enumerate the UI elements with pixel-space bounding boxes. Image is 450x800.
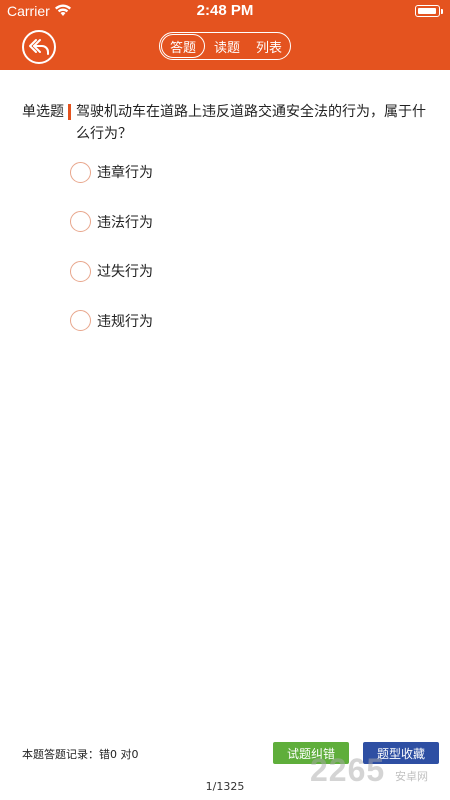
tab-read[interactable]: 读题 <box>206 33 248 59</box>
question: 单选题 驾驶机动车在道路上违反道路交通安全法的行为，属于什么行为？ <box>22 101 427 145</box>
option-label: 违章行为 <box>97 165 153 181</box>
radio-icon[interactable] <box>70 310 91 331</box>
option-c[interactable]: 过失行为 <box>70 259 153 283</box>
battery-icon <box>415 5 440 17</box>
status-bar: Carrier 2:48 PM <box>0 0 450 22</box>
page-indicator: 1/1325 <box>205 780 245 793</box>
back-arrow-icon <box>29 39 49 55</box>
radio-icon[interactable] <box>70 161 91 183</box>
answer-options: 违章行为 违法行为 过失行为 违规行为 <box>70 160 153 358</box>
header-bar: Carrier 2:48 PM 答题 读题 列表 <box>0 0 450 70</box>
question-text: 驾驶机动车在道路上违反道路交通安全法的行为，属于什么行为？ <box>76 104 426 142</box>
option-b[interactable]: 违法行为 <box>70 210 153 234</box>
option-a[interactable]: 违章行为 <box>70 160 153 184</box>
back-button[interactable] <box>22 30 56 64</box>
radio-icon[interactable] <box>70 211 91 232</box>
radio-icon[interactable] <box>70 260 91 282</box>
question-marker <box>68 104 71 120</box>
option-label: 违法行为 <box>97 214 153 231</box>
battery-cap <box>441 9 443 14</box>
question-type: 单选题 <box>22 104 64 120</box>
option-d[interactable]: 违规行为 <box>70 309 153 333</box>
clock: 2:48 PM <box>196 2 254 19</box>
answer-record: 本题答题记录：错0 对0 <box>22 748 139 761</box>
tab-list[interactable]: 列表 <box>248 33 290 59</box>
option-label: 过失行为 <box>97 264 153 280</box>
mode-tabs: 答题 读题 列表 <box>159 32 291 60</box>
option-label: 违规行为 <box>97 313 153 330</box>
tab-answer[interactable]: 答题 <box>161 34 205 58</box>
